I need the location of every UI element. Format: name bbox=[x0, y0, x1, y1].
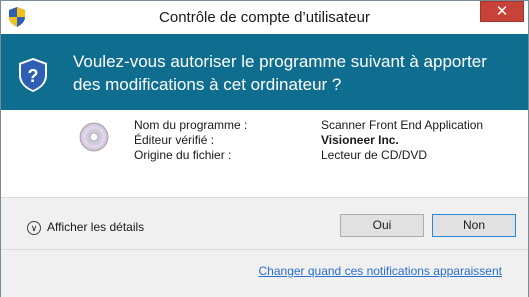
show-details-toggle[interactable]: ∨ Afficher les détails bbox=[27, 220, 144, 235]
dialog-footer: ∨ Afficher les détails Oui Non Changer qu… bbox=[1, 197, 528, 297]
chevron-down-circle-icon: ∨ bbox=[27, 220, 41, 235]
program-name-value: Scanner Front End Application bbox=[321, 118, 484, 132]
program-details: Nom du programme : Éditeur vérifié : Ori… bbox=[1, 110, 528, 197]
detail-values: Scanner Front End Application Visioneer … bbox=[321, 118, 483, 163]
publisher-label: Éditeur vérifié : bbox=[134, 133, 215, 147]
window-title: Contrôle de compte d’utilisateur bbox=[159, 9, 370, 26]
detail-labels: Nom du programme : Éditeur vérifié : Ori… bbox=[134, 118, 247, 163]
file-origin-label: Origine du fichier : bbox=[134, 148, 232, 162]
title-bar: Contrôle de compte d’utilisateur ✕ bbox=[1, 1, 528, 34]
change-notifications-link[interactable]: Changer quand ces notifications apparais… bbox=[259, 264, 503, 278]
show-details-label: Afficher les détails bbox=[47, 220, 145, 234]
close-button[interactable]: ✕ bbox=[480, 1, 524, 22]
cd-dvd-icon bbox=[79, 122, 109, 152]
prompt-banner: ? Voulez-vous autoriser le programme sui… bbox=[1, 34, 528, 110]
uac-dialog: Contrôle de compte d’utilisateur ✕ ? Vou… bbox=[0, 0, 529, 297]
footer-divider bbox=[1, 249, 528, 250]
program-name-label: Nom du programme : bbox=[134, 118, 248, 132]
svg-text:?: ? bbox=[28, 66, 39, 86]
yes-button[interactable]: Oui bbox=[340, 214, 424, 237]
publisher-value: Visioneer Inc. bbox=[321, 133, 399, 147]
uac-shield-icon: ? bbox=[19, 58, 47, 92]
no-button[interactable]: Non bbox=[432, 214, 516, 237]
prompt-message: Voulez-vous autoriser le programme suiva… bbox=[73, 52, 487, 94]
file-origin-value: Lecteur de CD/DVD bbox=[321, 148, 428, 162]
